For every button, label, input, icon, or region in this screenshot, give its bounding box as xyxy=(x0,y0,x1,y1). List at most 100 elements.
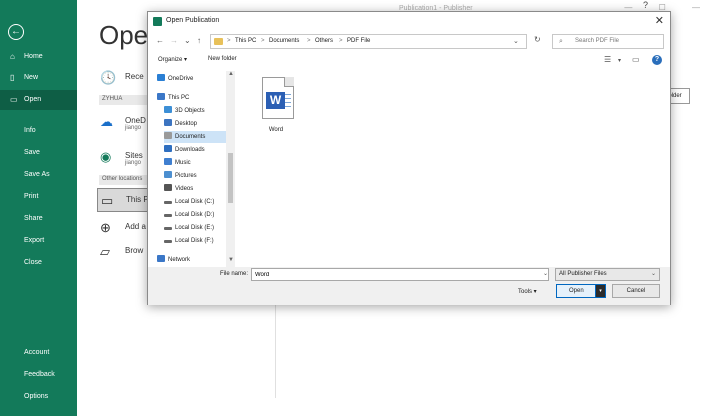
nav-save-as[interactable]: Save As xyxy=(0,165,77,185)
breadcrumb-this-pc[interactable]: This PC xyxy=(235,35,256,48)
breadcrumb-pdf-file[interactable]: PDF File xyxy=(347,35,370,48)
view-options-icon[interactable]: ☰ xyxy=(604,55,611,64)
refresh-icon[interactable]: ↻ xyxy=(534,35,541,44)
tree-item-documents[interactable]: Documents xyxy=(164,131,227,143)
location-onedrive-label: OneD xyxy=(125,116,146,125)
breadcrumb-separator: > xyxy=(227,38,231,44)
file-item-word[interactable]: W Word xyxy=(252,77,300,143)
chevron-down-icon[interactable]: ⌄ xyxy=(513,35,519,48)
nav-home-label: Home xyxy=(24,53,43,60)
nav-close[interactable]: Close xyxy=(0,253,77,273)
tree-item-disk-f[interactable]: Local Disk (F:) xyxy=(164,235,227,247)
nav-save[interactable]: Save xyxy=(0,143,77,163)
tree-item-desktop[interactable]: Desktop xyxy=(164,118,227,130)
nav-open[interactable]: ▭ Open xyxy=(0,90,77,110)
music-icon xyxy=(164,158,172,165)
tree-item-label: Downloads xyxy=(175,147,205,153)
location-onedrive-account: jiango xyxy=(125,125,142,131)
tree-item-music[interactable]: Music xyxy=(164,157,227,169)
open-publication-dialog: Open Publication ✕ ← → ⌄ ↑ > This PC > D… xyxy=(147,11,671,305)
search-input[interactable]: ⌕ Search PDF File xyxy=(552,34,664,49)
open-button[interactable]: Open ▾ xyxy=(556,284,606,298)
tree-item-onedrive[interactable]: OneDrive xyxy=(157,73,227,85)
navigation-pane: OneDrive This PC 3D Objects Desktop Docu… xyxy=(155,71,235,267)
tree-item-label: Network xyxy=(168,257,191,263)
drive-icon xyxy=(164,240,172,243)
open-split-chevron-icon[interactable]: ▾ xyxy=(595,285,605,297)
help-icon[interactable]: ? xyxy=(652,55,662,65)
document-icon xyxy=(164,132,172,139)
back-arrow-icon[interactable]: ← xyxy=(8,24,24,40)
new-folder-button[interactable]: New folder xyxy=(208,56,237,62)
page-fold xyxy=(284,77,294,87)
scroll-up-icon[interactable]: ▲ xyxy=(228,71,234,77)
open-button-label: Open xyxy=(569,288,584,294)
tree-item-label: Local Disk (E:) xyxy=(175,225,215,231)
close-icon[interactable]: ✕ xyxy=(655,14,664,27)
nav-share[interactable]: Share xyxy=(0,209,77,229)
nav-feedback[interactable]: Feedback xyxy=(0,365,77,385)
file-name-field-label: File name: xyxy=(220,271,249,277)
nav-export[interactable]: Export xyxy=(0,231,77,251)
word-document-icon: W xyxy=(262,77,294,119)
nav-print[interactable]: Print xyxy=(0,187,77,207)
nav-new[interactable]: ▯ New xyxy=(0,68,77,88)
location-sites-label: Sites xyxy=(125,151,143,160)
tools-button[interactable]: Tools ▾ xyxy=(518,288,537,295)
dialog-footer: File name: ⌄ All Publisher Files ⌄ Tools… xyxy=(148,267,670,305)
back-icon[interactable]: ← xyxy=(156,36,164,45)
location-browse-label: Brow xyxy=(125,246,144,255)
up-icon[interactable]: ↑ xyxy=(197,36,201,45)
recent-locations-icon[interactable]: ⌄ xyxy=(184,36,191,45)
cancel-button[interactable]: Cancel xyxy=(612,284,660,298)
tree-item-videos[interactable]: Videos xyxy=(164,183,227,195)
tree-item-disk-c[interactable]: Local Disk (C:) xyxy=(164,196,227,208)
location-add-place-label: Add a xyxy=(125,222,146,231)
scroll-down-icon[interactable]: ▼ xyxy=(228,257,234,263)
browse-folder-icon: ▱ xyxy=(100,244,110,259)
tree-item-label: OneDrive xyxy=(168,76,194,82)
file-type-select[interactable]: All Publisher Files ⌄ xyxy=(555,268,660,281)
cloud-icon: ☁ xyxy=(100,114,113,129)
navigation-scrollbar[interactable]: ▲ ▼ xyxy=(226,71,235,267)
breadcrumb-separator: > xyxy=(261,38,265,44)
tree-item-label: Videos xyxy=(175,186,194,192)
forward-icon[interactable]: → xyxy=(170,36,178,45)
computer-icon: ▭ xyxy=(101,193,114,208)
address-row: ← → ⌄ ↑ > This PC > Documents > Others >… xyxy=(148,34,670,50)
tree-item-disk-e[interactable]: Local Disk (E:) xyxy=(164,222,227,234)
tree-item-downloads[interactable]: Downloads xyxy=(164,144,227,156)
cloud-icon xyxy=(157,74,165,81)
nav-account[interactable]: Account xyxy=(0,343,77,363)
search-icon: ⌕ xyxy=(559,38,563,45)
nav-options[interactable]: Options xyxy=(0,387,77,407)
tree-item-disk-d[interactable]: Local Disk (D:) xyxy=(164,209,227,221)
video-icon xyxy=(164,184,172,191)
location-this-pc-label: This P xyxy=(126,195,149,204)
organize-button[interactable]: Organize ▾ xyxy=(158,56,187,63)
dialog-toolbar: Organize ▾ New folder ☰ ▾ ▭ ? xyxy=(148,54,670,69)
tree-item-3d-objects[interactable]: 3D Objects xyxy=(164,105,227,117)
cube-icon xyxy=(164,106,172,113)
word-badge: W xyxy=(266,92,285,109)
chevron-down-icon[interactable]: ⌄ xyxy=(543,270,548,277)
file-name-field[interactable] xyxy=(251,268,549,281)
tree-item-this-pc[interactable]: This PC xyxy=(157,92,227,104)
tree-item-label: Documents xyxy=(175,134,206,140)
breadcrumb-others[interactable]: Others xyxy=(315,35,333,48)
breadcrumb-documents[interactable]: Documents xyxy=(269,35,299,48)
dialog-title: Open Publication xyxy=(166,17,220,24)
folder-icon xyxy=(214,38,223,45)
chevron-down-icon[interactable]: ▾ xyxy=(618,57,621,64)
nav-info[interactable]: Info xyxy=(0,121,77,141)
tree-item-pictures[interactable]: Pictures xyxy=(164,170,227,182)
tree-item-network[interactable]: Network xyxy=(157,254,227,266)
network-icon xyxy=(157,255,165,262)
file-name-label: Word xyxy=(268,127,284,133)
drive-icon xyxy=(164,214,172,217)
preview-pane-icon[interactable]: ▭ xyxy=(632,55,640,64)
scrollbar-thumb[interactable] xyxy=(228,153,233,203)
address-bar[interactable]: > This PC > Documents > Others > PDF Fil… xyxy=(210,34,527,49)
nav-home[interactable]: ⌂ Home xyxy=(0,47,77,67)
tree-item-label: Local Disk (F:) xyxy=(175,238,214,244)
